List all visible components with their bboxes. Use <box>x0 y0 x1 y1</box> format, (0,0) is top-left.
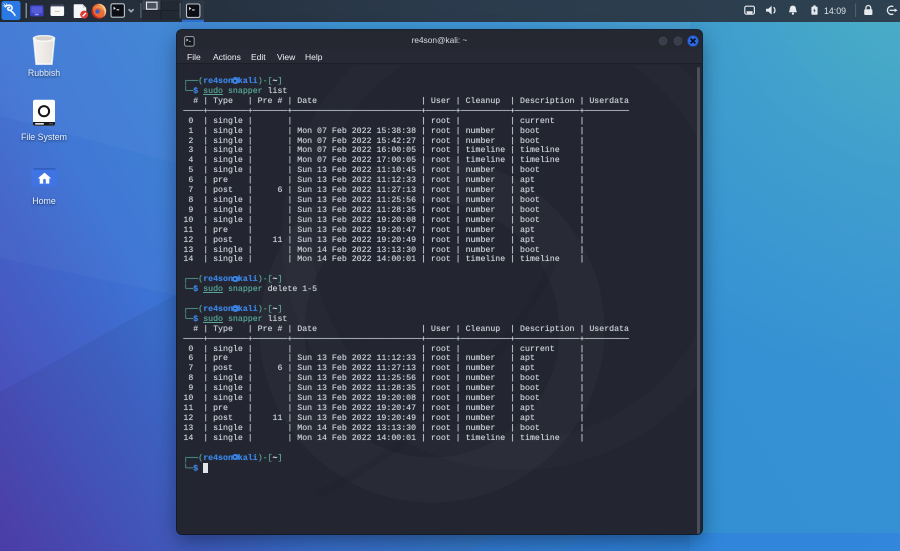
svg-text:14:09: 14:09 <box>824 6 846 16</box>
